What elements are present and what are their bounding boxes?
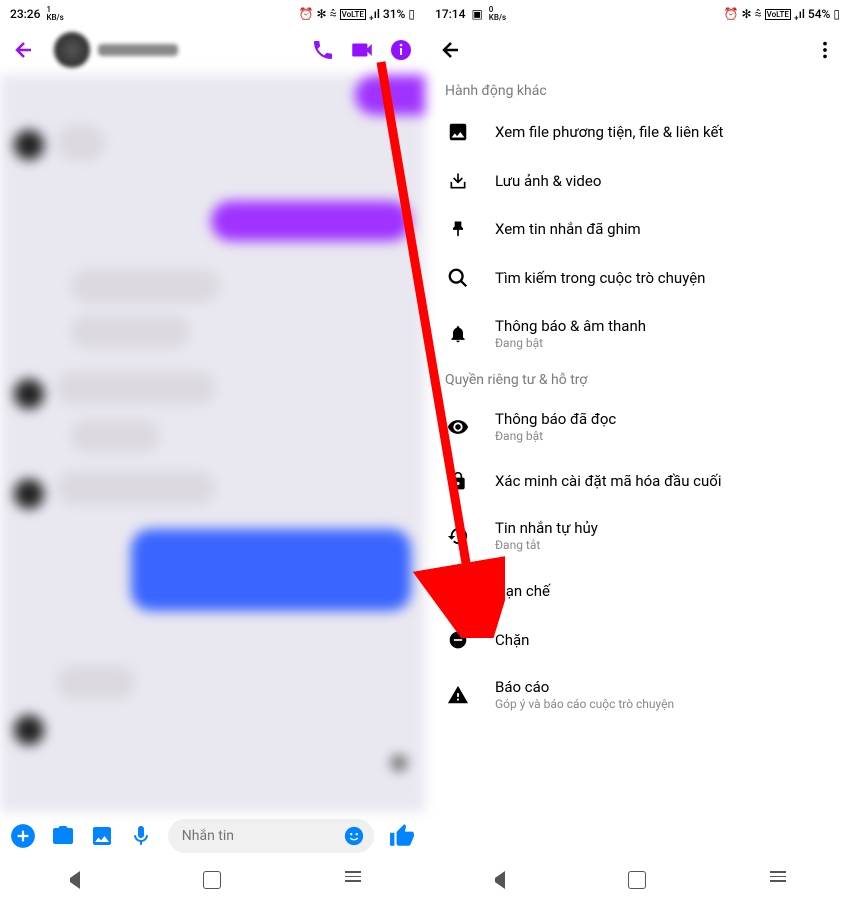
status-bar: 23:26 1KB/s ⏰ ✻ ⩯ VoLTE ₊ıl 31%▯ (0, 0, 425, 25)
row-disappearing[interactable]: Tin nhắn tự hủyĐang tắt (425, 505, 850, 566)
row-sub: Đang bật (495, 429, 616, 443)
video-icon[interactable] (349, 37, 375, 63)
row-block[interactable]: Chặn (425, 616, 850, 664)
row-label: Xem file phương tiện, file & liên kết (495, 123, 723, 141)
block-icon (445, 630, 471, 650)
search-icon (445, 267, 471, 289)
row-label: Xác minh cài đặt mã hóa đầu cuối (495, 472, 722, 490)
warning-icon (445, 684, 471, 706)
photo-icon (445, 121, 471, 143)
smiley-icon[interactable] (342, 823, 367, 849)
lock-icon (445, 471, 471, 491)
screenshot-icon: ▣ (471, 7, 482, 21)
row-pinned[interactable]: Xem tin nhắn đã ghim (425, 205, 850, 253)
row-report[interactable]: Báo cáoGóp ý và báo cáo cuộc trò chuyện (425, 664, 850, 725)
status-kbs: 0KB/s (489, 6, 506, 22)
status-indicators: ⏰ ✻ ⩯ VoLTE ₊ıl 54%▯ (724, 3, 840, 25)
chat-header (0, 25, 425, 75)
row-sub: Đang bật (495, 336, 646, 350)
nav-home-icon[interactable] (628, 871, 646, 889)
row-notifications[interactable]: Thông báo & âm thanhĐang bật (425, 303, 850, 364)
status-bar: 17:14 ▣ 0KB/s ⏰ ✻ ⩯ VoLTE ₊ıl 54%▯ (425, 0, 850, 25)
status-time: 23:26 (10, 7, 40, 21)
row-label: Tin nhắn tự hủy (495, 519, 598, 537)
more-vert-icon[interactable] (814, 39, 836, 61)
row-label: Hạn chế (495, 582, 550, 600)
back-arrow-icon[interactable] (12, 38, 36, 62)
row-restrict[interactable]: Hạn chế (425, 566, 850, 616)
settings-list: Hành động khác Xem file phương tiện, fil… (425, 75, 850, 860)
plus-icon[interactable] (10, 823, 36, 849)
back-arrow-icon[interactable] (439, 38, 463, 62)
row-label: Thông báo đã đọc (495, 410, 616, 428)
settings-screen: 17:14 ▣ 0KB/s ⏰ ✻ ⩯ VoLTE ₊ıl 54%▯ Hành … (425, 0, 850, 900)
row-label: Chặn (495, 631, 529, 649)
settings-header (425, 25, 850, 75)
row-label: Xem tin nhắn đã ghim (495, 220, 641, 238)
nav-recent-icon[interactable] (345, 871, 363, 889)
nav-home-icon[interactable] (203, 871, 221, 889)
android-navbar (425, 860, 850, 900)
composer (0, 812, 425, 860)
like-icon[interactable] (389, 823, 415, 849)
status-kbs: 1KB/s (46, 6, 63, 22)
row-label: Lưu ảnh & video (495, 172, 601, 190)
phone-icon[interactable] (311, 38, 335, 62)
section-actions: Hành động khác (425, 75, 850, 107)
row-search[interactable]: Tìm kiếm trong cuộc trò chuyện (425, 253, 850, 303)
bell-icon (445, 324, 471, 344)
camera-icon[interactable] (50, 823, 75, 849)
row-media[interactable]: Xem file phương tiện, file & liên kết (425, 107, 850, 157)
restrict-icon (445, 580, 471, 602)
eye-icon (445, 416, 471, 438)
android-navbar (0, 860, 425, 900)
info-icon[interactable] (389, 38, 413, 62)
nav-back-icon[interactable] (62, 871, 80, 889)
mic-icon[interactable] (129, 823, 154, 849)
row-sub: Đang tắt (495, 538, 598, 552)
row-verify-encryption[interactable]: Xác minh cài đặt mã hóa đầu cuối (425, 457, 850, 505)
status-time: 17:14 (435, 7, 465, 21)
pin-icon (445, 219, 471, 239)
gallery-icon[interactable] (89, 823, 114, 849)
nav-recent-icon[interactable] (770, 871, 788, 889)
history-icon (445, 525, 471, 547)
chat-screen: 23:26 1KB/s ⏰ ✻ ⩯ VoLTE ₊ıl 31%▯ (0, 0, 425, 900)
download-icon (445, 171, 471, 191)
row-label: Thông báo & âm thanh (495, 317, 646, 335)
row-read-receipts[interactable]: Thông báo đã đọcĐang bật (425, 396, 850, 457)
contact-card[interactable] (50, 28, 297, 72)
chat-body-blurred (0, 75, 425, 812)
row-label: Báo cáo (495, 678, 674, 696)
row-save[interactable]: Lưu ảnh & video (425, 157, 850, 205)
row-sub: Góp ý và báo cáo cuộc trò chuyện (495, 697, 674, 711)
contact-name-blurred (98, 44, 178, 56)
row-label: Tìm kiếm trong cuộc trò chuyện (495, 269, 705, 287)
nav-back-icon[interactable] (487, 871, 505, 889)
status-indicators: ⏰ ✻ ⩯ VoLTE ₊ıl 31%▯ (299, 3, 415, 25)
avatar (54, 32, 90, 68)
section-privacy: Quyền riêng tư & hỗ trợ (425, 364, 850, 396)
